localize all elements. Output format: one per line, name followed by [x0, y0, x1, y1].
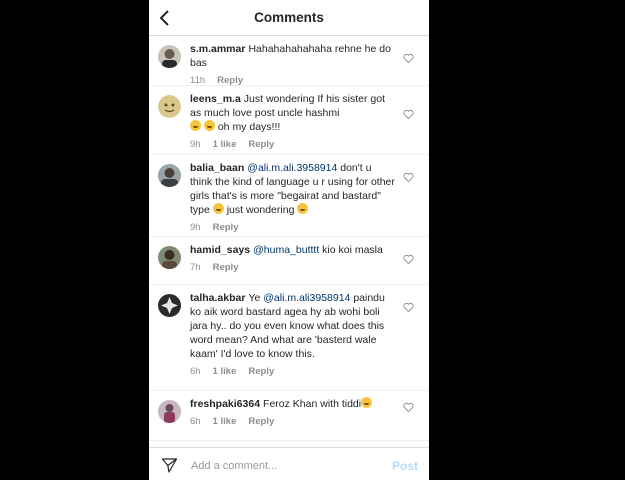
comment-text: balia_baan @ali.m.ali.3958914 don't u thi…	[190, 161, 395, 217]
comment-text: hamid_says @huma_butttt kio koi masla	[190, 243, 395, 257]
comment-meta: 6h 1 like Reply	[190, 416, 395, 427]
heart-icon[interactable]	[403, 172, 414, 183]
comment-body: balia_baan @ali.m.ali.3958914 don't u thi…	[190, 161, 395, 233]
comment-item: talha.akbar Ye @ali.m.ali3958914 paindu k…	[149, 285, 429, 391]
heart-icon[interactable]	[403, 302, 414, 313]
comment-text: talha.akbar Ye @ali.m.ali3958914 paindu k…	[190, 291, 395, 361]
comment-text: leens_m.a Just wondering If his sister go…	[190, 92, 395, 134]
page-title: Comments	[254, 10, 324, 25]
comment-meta: 6h 1 like Reply	[190, 366, 395, 377]
comment-composer: Post	[149, 447, 429, 480]
direct-send-icon[interactable]	[161, 457, 178, 474]
comment-time: 7h	[190, 262, 201, 273]
comment-time: 6h	[190, 416, 201, 427]
heart-icon[interactable]	[403, 109, 414, 120]
avatar[interactable]	[158, 45, 181, 68]
avatar[interactable]	[158, 400, 181, 423]
comment-item: leens_m.a Just wondering If his sister go…	[149, 86, 429, 155]
add-comment-input[interactable]	[189, 456, 383, 476]
laughing-emoji-icon	[361, 397, 373, 408]
comment-time: 11h	[190, 75, 206, 86]
comment-list: s.m.ammar Hahahahahahaha rehne he do bas …	[149, 36, 429, 441]
reply-button[interactable]: Reply	[248, 139, 274, 150]
reply-button[interactable]: Reply	[213, 262, 239, 273]
reply-button[interactable]: Reply	[217, 75, 243, 86]
heart-icon[interactable]	[403, 402, 414, 413]
comment-text: freshpaki6364 Feroz Khan with tiddi	[190, 397, 395, 411]
comment-time: 9h	[190, 139, 201, 150]
comment-item: s.m.ammar Hahahahahahaha rehne he do bas …	[149, 36, 429, 86]
heart-icon[interactable]	[403, 254, 414, 265]
mention-link[interactable]: @ali.m.ali3958914	[263, 292, 350, 304]
reply-button[interactable]: Reply	[213, 222, 239, 233]
comment-body: talha.akbar Ye @ali.m.ali3958914 paindu k…	[190, 291, 395, 377]
likes-count[interactable]: 1 like	[213, 416, 237, 427]
comment-meta: 7h Reply	[190, 262, 395, 273]
comment-time: 9h	[190, 222, 201, 233]
comment-username[interactable]: talha.akbar	[190, 292, 245, 304]
comment-meta: 9h Reply	[190, 222, 395, 233]
comment-text: s.m.ammar Hahahahahahaha rehne he do bas	[190, 42, 395, 70]
mention-link[interactable]: @huma_butttt	[253, 244, 319, 256]
comment-item: freshpaki6364 Feroz Khan with tiddi 6h 1 l…	[149, 391, 429, 441]
comment-message: kio koi masla	[322, 244, 383, 256]
comment-message: Feroz Khan with tiddi	[263, 398, 362, 410]
comment-username[interactable]: leens_m.a	[190, 93, 241, 105]
header: Comments	[149, 0, 429, 36]
comment-item: balia_baan @ali.m.ali.3958914 don't u thi…	[149, 155, 429, 237]
laughing-emoji-icon	[190, 120, 201, 131]
likes-count[interactable]: 1 like	[213, 139, 237, 150]
comment-time: 6h	[190, 366, 201, 377]
likes-count[interactable]: 1 like	[213, 366, 237, 377]
heart-icon[interactable]	[403, 53, 414, 64]
laughing-emoji-icon	[203, 120, 215, 131]
phone-screen: Comments s.m.ammar Hahahahahahaha rehne h…	[149, 0, 429, 480]
comment-username[interactable]: balia_baan	[190, 162, 244, 174]
comment-username[interactable]: s.m.ammar	[190, 43, 245, 55]
comment-body: s.m.ammar Hahahahahahaha rehne he do bas …	[190, 42, 395, 86]
comment-emoji-text: just wondering	[226, 204, 295, 216]
mention-link[interactable]: @ali.m.ali.3958914	[247, 162, 337, 174]
thinking-emoji-icon	[212, 203, 224, 214]
reply-button[interactable]: Reply	[248, 416, 274, 427]
post-button[interactable]: Post	[392, 459, 418, 473]
comment-body: leens_m.a Just wondering If his sister go…	[190, 92, 395, 150]
comment-body: freshpaki6364 Feroz Khan with tiddi 6h 1 l…	[190, 397, 395, 427]
comment-username[interactable]: hamid_says	[190, 244, 250, 256]
comment-pre-text: Ye	[248, 292, 261, 304]
smiley-emoji-icon	[297, 203, 309, 214]
comment-item: hamid_says @huma_butttt kio koi masla 7h R…	[149, 237, 429, 285]
avatar[interactable]	[158, 294, 181, 317]
avatar[interactable]	[158, 246, 181, 269]
avatar[interactable]	[158, 164, 181, 187]
comment-body: hamid_says @huma_butttt kio koi masla 7h R…	[190, 243, 395, 273]
comment-username[interactable]: freshpaki6364	[190, 398, 260, 410]
comment-emoji-text: oh my days!!!	[217, 121, 281, 133]
reply-button[interactable]: Reply	[248, 366, 274, 377]
comment-meta: 11h Reply	[190, 75, 395, 86]
comment-meta: 9h 1 like Reply	[190, 139, 395, 150]
avatar[interactable]	[158, 95, 181, 118]
